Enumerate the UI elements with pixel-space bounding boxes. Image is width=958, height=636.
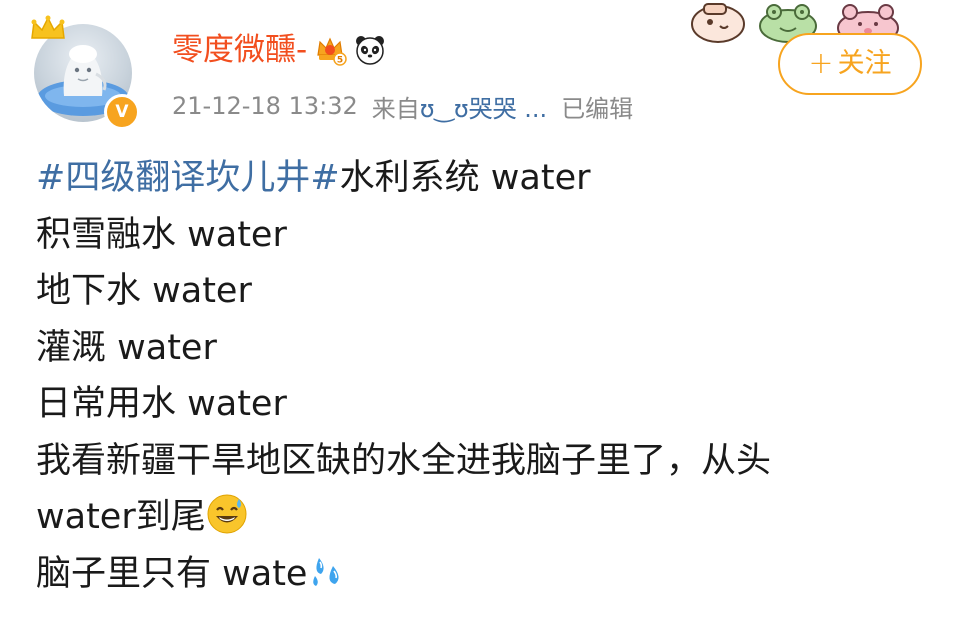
post-text: water到尾 (36, 497, 206, 537)
follow-button[interactable]: + 关注 (778, 33, 922, 95)
post-text: 脑子里只有 wate (36, 553, 308, 594)
username-row: 零度微醺- 5 (172, 30, 387, 70)
post-line-1: #四级翻译坎儿井#水利系统 water (36, 150, 926, 207)
avatar-container[interactable]: V (31, 14, 140, 130)
crown-icon (31, 15, 65, 39)
source-name[interactable]: ʊ‿ʊ哭哭 ... (420, 95, 547, 123)
panda-icon[interactable] (353, 33, 387, 67)
source-prefix: 来自 (371, 94, 420, 123)
post-line-8: 脑子里只有 wate (36, 546, 926, 603)
verified-badge-icon: V (104, 94, 140, 130)
crown-vip-icon[interactable]: 5 (313, 33, 347, 67)
follow-label: 关注 (837, 48, 892, 79)
hashtag-link[interactable]: #四级翻译坎儿井# (36, 158, 340, 198)
post-source: 来自ʊ‿ʊ哭哭 ... (372, 89, 547, 124)
post-line-2: 积雪融水 water (36, 214, 287, 255)
username[interactable]: 零度微醺- (172, 30, 307, 70)
post-line-3: 地下水 water (36, 271, 252, 311)
post-meta: 21-12-18 13:32 来自ʊ‿ʊ哭哭 ... 已编辑 (172, 88, 633, 124)
edited-label[interactable]: 已编辑 (561, 89, 633, 124)
post-line-5: 日常用水 water (36, 384, 287, 424)
post-line-7: water到尾 (36, 489, 926, 546)
sweat-droplets-emoji-icon (313, 557, 340, 586)
weibo-post: V 零度微醺- 5 21-12-18 13:32 来自ʊ‿ʊ哭哭 ... 已编辑 (0, 0, 958, 636)
sweat-smile-emoji-icon (207, 494, 247, 534)
svg-text:5: 5 (337, 56, 343, 66)
post-body: #四级翻译坎儿井#水利系统 water 积雪融水 water 地下水 water… (36, 150, 926, 602)
post-line-4: 灌溉 water (36, 327, 217, 368)
post-text: 水利系统 water (339, 158, 591, 198)
plus-icon: + (808, 46, 834, 81)
post-line-6: 我看新疆干旱地区缺的水全进我脑子里了，从头 (36, 440, 772, 481)
post-timestamp: 21-12-18 13:32 (172, 92, 358, 120)
